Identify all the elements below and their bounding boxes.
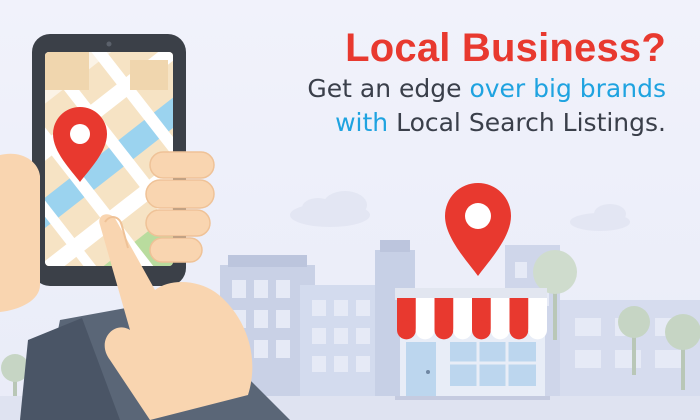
headline-line-1-accent: over big brands: [469, 74, 666, 103]
headline-line-1: Get an edge over big brands: [307, 72, 666, 106]
headline-line-2-text: Local Search Listings.: [388, 108, 666, 137]
cloud-icon: [290, 191, 370, 227]
storefront-icon: [395, 288, 550, 400]
headline-line-2: with Local Search Listings.: [307, 106, 666, 140]
headline-title: Local Business?: [345, 26, 666, 70]
cloud-icon: [570, 204, 630, 231]
headline-line-2-accent: with: [335, 108, 389, 137]
map-pin-icon: [445, 183, 511, 276]
headline: Local Business? Get an edge over big bra…: [307, 24, 666, 140]
headline-line-1-text: Get an edge: [307, 74, 470, 103]
local-business-banner: Local Business? Get an edge over big bra…: [0, 0, 700, 420]
